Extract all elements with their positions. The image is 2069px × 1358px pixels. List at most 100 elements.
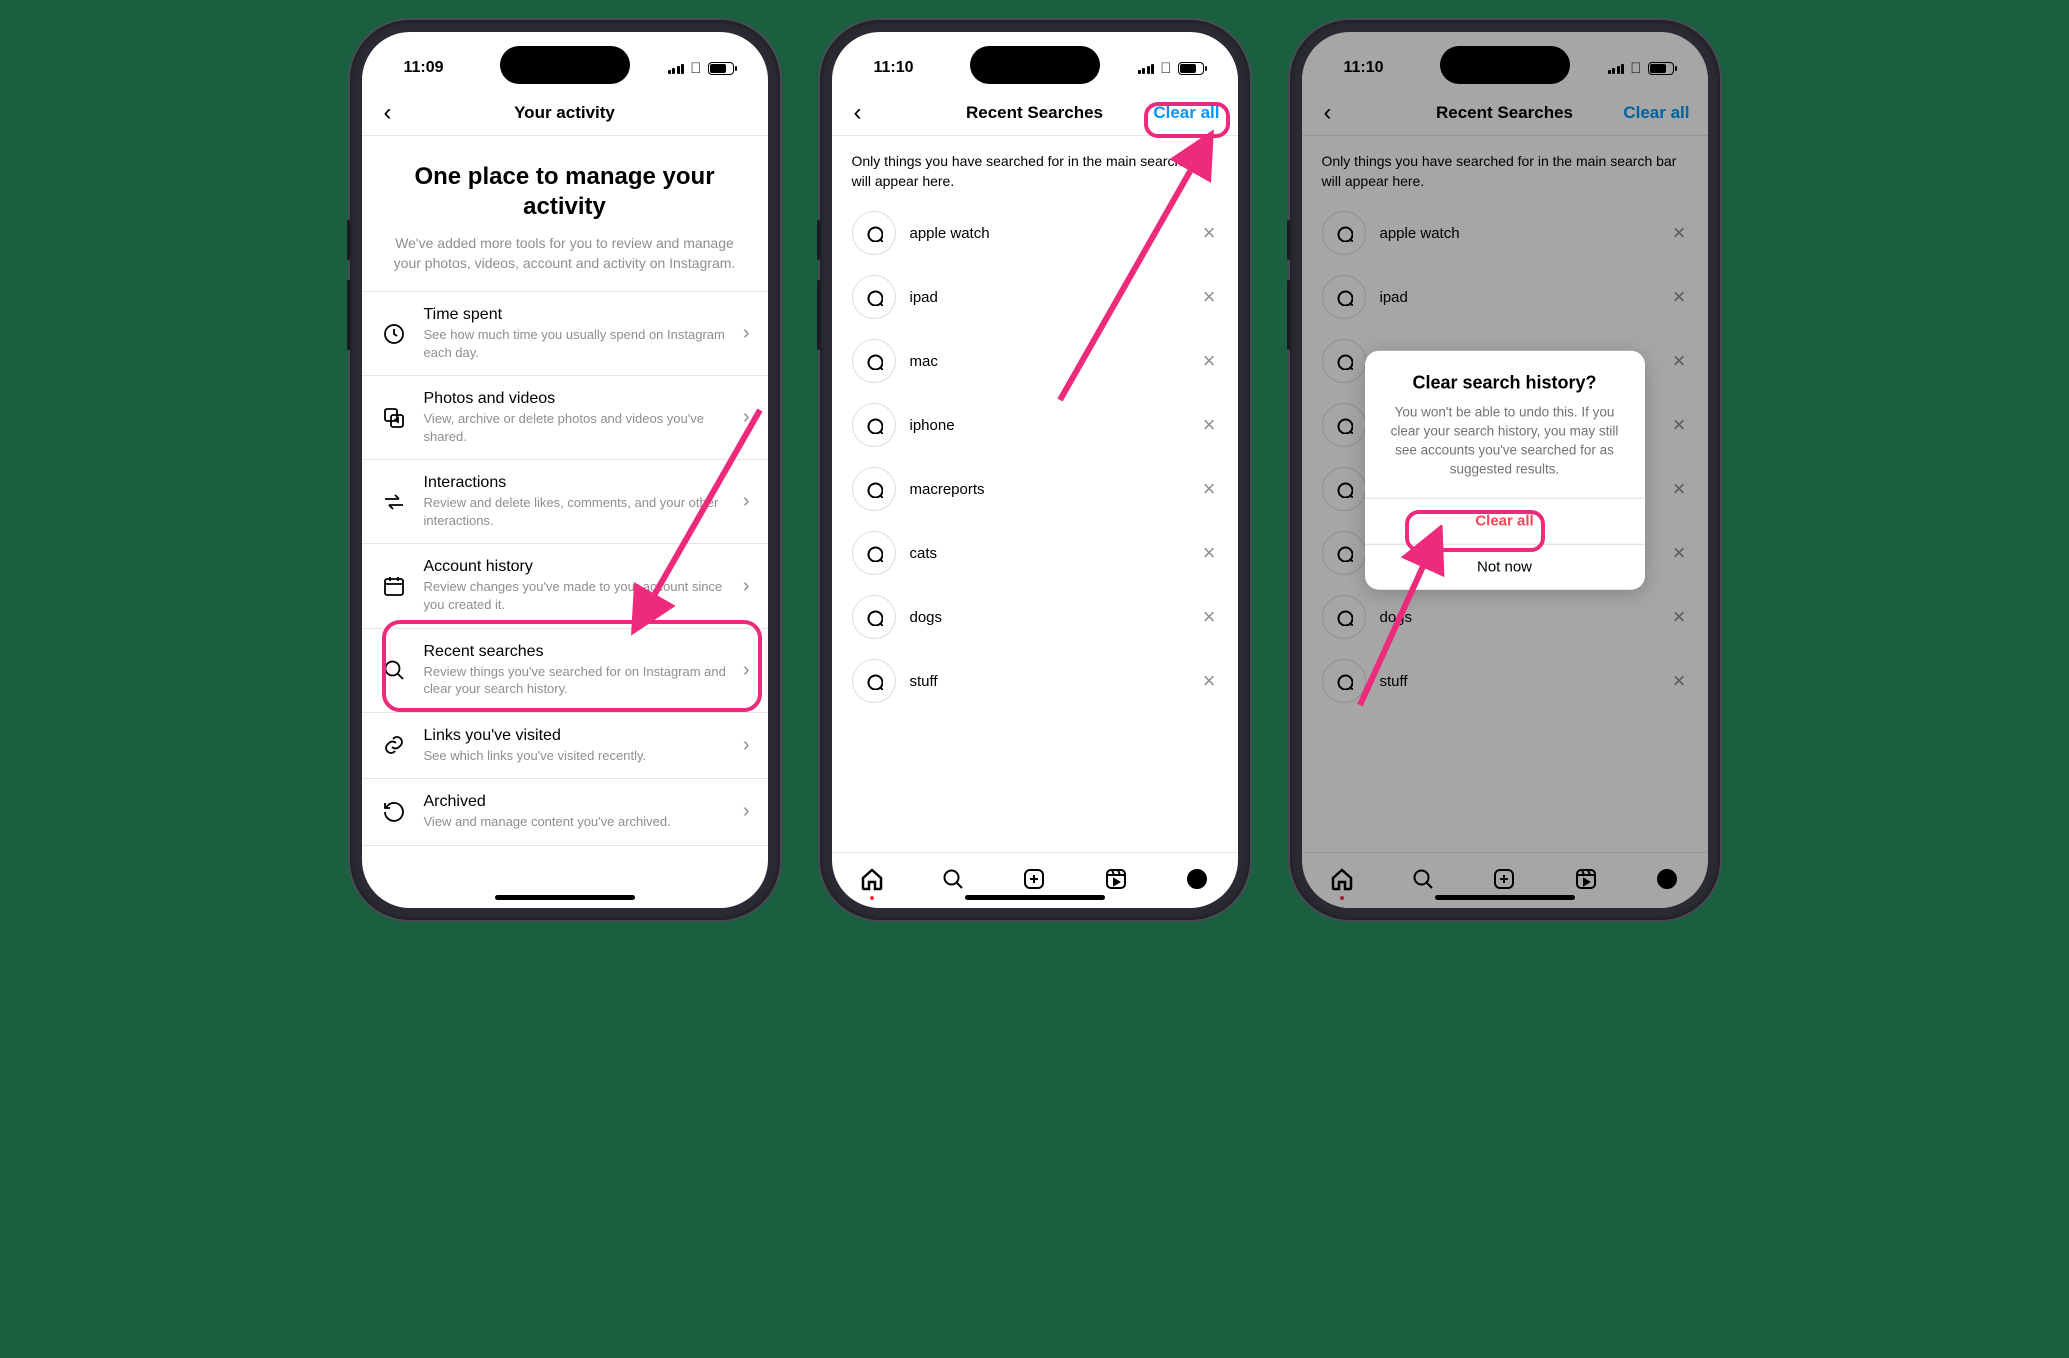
search-item[interactable]: stuff ×	[1322, 649, 1688, 713]
chevron-right-icon: ›	[743, 734, 750, 757]
calendar-icon	[380, 572, 408, 600]
menu-item-title: Interactions	[424, 474, 727, 492]
menu-item-calendar[interactable]: Account history Review changes you've ma…	[362, 544, 768, 628]
clear-history-modal: Clear search history? You won't be able …	[1365, 351, 1645, 590]
remove-search-button[interactable]: ×	[1671, 218, 1688, 248]
modal-cancel-button[interactable]: Not now	[1365, 543, 1645, 589]
search-item[interactable]: ipad ×	[1322, 265, 1688, 329]
menu-item-clock[interactable]: Time spent See how much time you usually…	[362, 292, 768, 376]
search-item[interactable]: dogs ×	[1322, 585, 1688, 649]
menu-item-search[interactable]: Recent searches Review things you've sea…	[362, 629, 768, 713]
info-text: Only things you have searched for in the…	[832, 136, 1238, 201]
search-icon	[852, 211, 896, 255]
menu-item-desc: View and manage content you've archived.	[424, 813, 727, 831]
chevron-right-icon: ›	[743, 659, 750, 682]
search-term: apple watch	[1380, 225, 1657, 242]
tab-profile[interactable]	[1184, 866, 1210, 892]
search-icon	[1322, 531, 1366, 575]
menu-item-history[interactable]: Archived View and manage content you've …	[362, 779, 768, 846]
remove-search-button[interactable]: ×	[1201, 282, 1218, 312]
tab-profile[interactable]	[1654, 866, 1680, 892]
remove-search-button[interactable]: ×	[1671, 602, 1688, 632]
search-item[interactable]: iphone ×	[852, 393, 1218, 457]
tab-create[interactable]	[1021, 866, 1047, 892]
menu-item-swap[interactable]: Interactions Review and delete likes, co…	[362, 460, 768, 544]
search-icon	[1322, 467, 1366, 511]
remove-search-button[interactable]: ×	[1201, 218, 1218, 248]
remove-search-button[interactable]: ×	[1201, 474, 1218, 504]
remove-search-button[interactable]: ×	[1671, 666, 1688, 696]
battery-icon	[1178, 62, 1204, 75]
home-indicator[interactable]	[495, 895, 635, 900]
menu-item-title: Recent searches	[424, 643, 727, 661]
menu-item-title: Archived	[424, 793, 727, 811]
search-item[interactable]: apple watch ×	[852, 201, 1218, 265]
remove-search-button[interactable]: ×	[1201, 666, 1218, 696]
remove-search-button[interactable]: ×	[1671, 282, 1688, 312]
phone-1: 11:09 􀙇 ‹ Your activity One place to man…	[350, 20, 780, 920]
search-term: macreports	[910, 481, 1187, 498]
battickon decorative-iconery-icon	[1648, 62, 1674, 75]
nav-header: ‹ Your activity	[362, 90, 768, 136]
menu-item-link[interactable]: Links you've visited See which links you…	[362, 713, 768, 780]
search-item[interactable]: apple watch ×	[1322, 201, 1688, 265]
search-icon	[1322, 595, 1366, 639]
tab-home[interactable]	[859, 866, 885, 892]
tab-search[interactable]	[940, 866, 966, 892]
tab-reels[interactable]	[1573, 866, 1599, 892]
menu-item-title: Links you've visited	[424, 727, 727, 745]
search-icon	[1322, 211, 1366, 255]
history-icon	[380, 798, 408, 826]
clear-all-button[interactable]: Clear all	[1149, 101, 1223, 125]
search-item[interactable]: mac ×	[852, 329, 1218, 393]
menu-item-desc: See how much time you usually spend on I…	[424, 326, 727, 361]
dynamic-island	[500, 46, 630, 84]
back-button[interactable]: ‹	[1316, 97, 1340, 129]
search-icon	[852, 595, 896, 639]
home-indicator[interactable]	[1435, 895, 1575, 900]
content-scroll[interactable]: Only things you have searched for in the…	[832, 136, 1238, 852]
clear-all-button[interactable]: Clear all	[1619, 101, 1693, 125]
tab-reels[interactable]	[1103, 866, 1129, 892]
remove-search-button[interactable]: ×	[1201, 538, 1218, 568]
back-button[interactable]: ‹	[376, 97, 400, 129]
content-scroll[interactable]: One place to manage your activity We've …	[362, 136, 768, 908]
hero-subtitle: We've added more tools for you to review…	[388, 234, 742, 273]
search-icon	[852, 339, 896, 383]
modal-message: You won't be able to undo this. If you c…	[1385, 404, 1625, 480]
search-item[interactable]: ipad ×	[852, 265, 1218, 329]
remove-search-button[interactable]: ×	[1201, 346, 1218, 376]
menu-item-media[interactable]: Photos and videos View, archive or delet…	[362, 376, 768, 460]
home-indicator[interactable]	[965, 895, 1105, 900]
back-button[interactable]: ‹	[846, 97, 870, 129]
remove-search-button[interactable]: ×	[1671, 538, 1688, 568]
search-term: dogs	[910, 609, 1187, 626]
menu-item-desc: See which links you've visited recently.	[424, 747, 727, 765]
search-item[interactable]: stuff ×	[852, 649, 1218, 713]
remove-search-button[interactable]: ×	[1671, 346, 1688, 376]
search-term: ipad	[910, 289, 1187, 306]
remove-search-button[interactable]: ×	[1671, 410, 1688, 440]
menu-item-title: Account history	[424, 558, 727, 576]
tab-search[interactable]	[1410, 866, 1436, 892]
remove-search-button[interactable]: ×	[1201, 602, 1218, 632]
remove-search-button[interactable]: ×	[1671, 474, 1688, 504]
dynamic-island	[970, 46, 1100, 84]
info-text: Only things you have searched for in the…	[1302, 136, 1708, 201]
search-item[interactable]: dogs ×	[852, 585, 1218, 649]
remove-search-button[interactable]: ×	[1201, 410, 1218, 440]
media-icon	[380, 404, 408, 432]
nav-title: Recent Searches	[1436, 103, 1573, 123]
menu-item-desc: View, archive or delete photos and video…	[424, 410, 727, 445]
swap-icon	[380, 488, 408, 516]
search-item[interactable]: cats ×	[852, 521, 1218, 585]
search-icon	[1322, 659, 1366, 703]
search-icon	[852, 275, 896, 319]
search-icon	[852, 659, 896, 703]
modal-confirm-button[interactable]: Clear all	[1365, 497, 1645, 543]
search-icon	[852, 403, 896, 447]
search-item[interactable]: macreports ×	[852, 457, 1218, 521]
wifi-icon: 􀙇	[1630, 61, 1641, 76]
tab-create[interactable]	[1491, 866, 1517, 892]
tab-home[interactable]	[1329, 866, 1355, 892]
